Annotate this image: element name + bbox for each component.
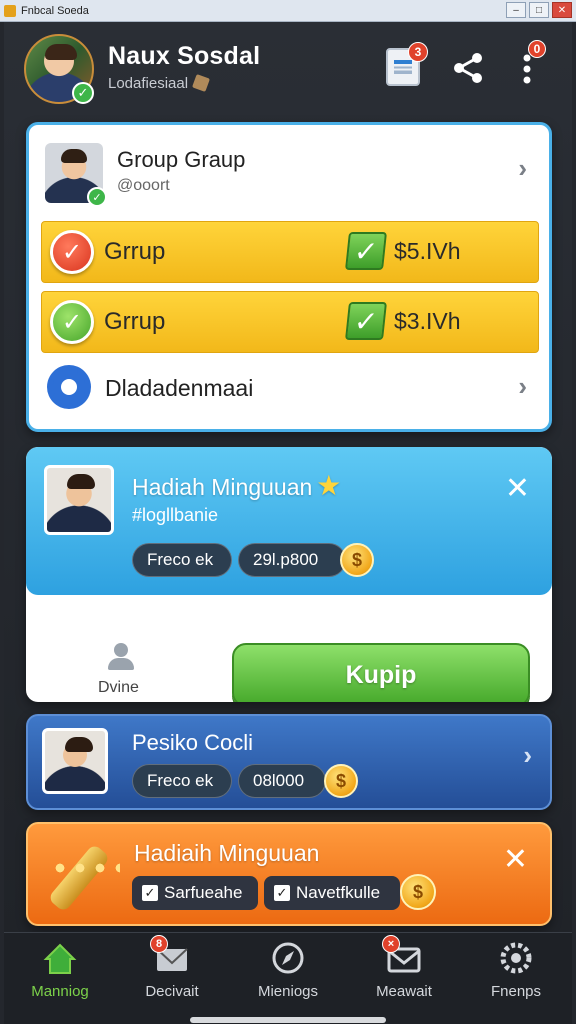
maximize-button[interactable]: □: [529, 2, 549, 18]
notifications-icon[interactable]: 3: [386, 42, 428, 86]
group-chevron-right-icon[interactable]: ›: [518, 153, 527, 184]
app-subtitle-text: Lodafiesiaal: [108, 75, 189, 92]
group-verified-check-icon: ✓: [87, 187, 107, 207]
gear-icon: [498, 941, 534, 975]
more-badge: 0: [528, 40, 546, 58]
group-row[interactable]: ✓ Grrup ✓ $5.IVh: [41, 221, 539, 283]
settings-gear-icon: [47, 365, 91, 409]
nav-item-settings[interactable]: Fnenps: [466, 941, 566, 1000]
coin-icon: $: [340, 543, 374, 577]
nav-item-inbox[interactable]: 8 Decivait: [122, 935, 222, 1000]
reward-header: Hadiah Minguuan ★ #logllbanie ✕ Freco ek …: [26, 447, 552, 595]
window-titlebar: Fnbcal Soeda – □ ✕: [0, 0, 576, 22]
share-icon[interactable]: [450, 50, 486, 86]
profile-title: Pesiko Cocli: [132, 730, 254, 755]
verified-check-icon: ✓: [72, 82, 94, 104]
coin-icon: $: [400, 874, 436, 910]
person-icon: [106, 643, 136, 673]
window-controls: – □ ✕: [506, 2, 572, 18]
app-subtitle: Lodafiesiaal: [108, 74, 211, 92]
settings-chevron-right-icon[interactable]: ›: [518, 371, 527, 402]
nav-badge: ×: [382, 935, 400, 953]
compass-icon: [270, 941, 306, 975]
checkbox-icon: ✓: [274, 885, 290, 901]
profile-card[interactable]: Pesiko Cocli Freco ek 08l000 $ ›: [26, 714, 552, 810]
window-title: Fnbcal Soeda: [21, 4, 89, 17]
group-row[interactable]: ✓ Grrup ✓ $3.IVh: [41, 291, 539, 353]
weekly-reward-card: Hadiah Minguuan ★ #logllbanie ✕ Freco ek …: [26, 447, 552, 702]
bottom-navigation: Manniog 8 Decivait Mieniogs × Meawait Fn…: [4, 932, 572, 1024]
status-check-green-icon: ✓: [50, 300, 94, 344]
profile-pill: Freco ek: [132, 764, 232, 798]
coin-icon: $: [324, 764, 358, 798]
reward-title-text: Hadiah Minguuan: [132, 474, 313, 500]
status-check-red-icon: ✓: [50, 230, 94, 274]
nav-label: Fnenps: [490, 983, 542, 1000]
group-row-label: Grrup: [104, 238, 166, 265]
checkbox-icon: ✓: [142, 885, 158, 901]
more-options-icon[interactable]: 0: [520, 40, 546, 88]
option-checkbox[interactable]: ✓ Sarfueahe: [132, 876, 258, 910]
app-window-icon: [4, 4, 16, 17]
nav-item-explore[interactable]: Mieniogs: [238, 941, 338, 1000]
minimize-button[interactable]: –: [506, 2, 526, 18]
group-row-price: $5.IVh: [394, 238, 461, 264]
profile-photo: [42, 728, 108, 794]
app-header: ✓ Naux Sosdal Lodafiesiaal 3 0: [4, 22, 572, 122]
person-label: Dvine: [98, 679, 139, 696]
trophy-icon: [46, 838, 126, 914]
weekly-bonus-title: Hadiaih Minguuan: [134, 840, 320, 866]
nav-label: Manniog: [31, 983, 89, 1000]
nav-label: Decivait: [145, 983, 199, 1000]
option-checkbox[interactable]: ✓ Navetfkulle: [264, 876, 400, 910]
claim-button[interactable]: Kupip: [232, 643, 530, 702]
group-row-price: $3.IVh: [394, 308, 461, 334]
reward-user-photo: [44, 465, 114, 535]
close-window-button[interactable]: ✕: [552, 2, 572, 18]
group-card: ✓ Group Graup @ooort › ✓ Grrup ✓ $5.IVh …: [26, 122, 552, 432]
option-label: Sarfueahe: [164, 883, 243, 902]
close-icon[interactable]: ✕: [505, 471, 530, 506]
mail-icon: ×: [382, 935, 422, 975]
profile-chevron-right-icon[interactable]: ›: [523, 740, 532, 771]
star-icon: ★: [316, 470, 342, 501]
home-indicator[interactable]: [190, 1017, 386, 1023]
dice-icon: [192, 74, 211, 92]
settings-row-label[interactable]: Dladadenmaai: [105, 375, 253, 402]
profile-amount-pill: 08l000: [238, 764, 326, 798]
home-icon: [42, 941, 78, 975]
group-handle: @ooort: [117, 177, 170, 194]
nav-item-home[interactable]: Manniog: [10, 941, 110, 1000]
notifications-badge: 3: [408, 42, 428, 62]
checkbox-icon[interactable]: ✓: [345, 232, 387, 270]
app-root: ✓ Naux Sosdal Lodafiesiaal 3 0 ✓ Group G…: [4, 22, 572, 1024]
group-row-label: Grrup: [104, 308, 166, 335]
reward-title: Hadiah Minguuan ★: [132, 469, 341, 502]
nav-item-messages[interactable]: × Meawait: [354, 935, 454, 1000]
inbox-icon: 8: [150, 935, 190, 975]
reward-tag: #logllbanie: [132, 505, 219, 525]
checkbox-icon[interactable]: ✓: [345, 302, 387, 340]
weekly-bonus-card: Hadiaih Minguuan ✕ ✓ Sarfueahe ✓ Navetfkul…: [26, 822, 552, 926]
app-title: Naux Sosdal: [108, 42, 261, 70]
reward-amount-pill: 29l.p800: [238, 543, 346, 577]
nav-label: Mieniogs: [257, 983, 319, 1000]
close-icon[interactable]: ✕: [503, 842, 528, 877]
reward-pill: Freco ek: [132, 543, 232, 577]
option-label: Navetfkulle: [296, 883, 381, 902]
nav-label: Meawait: [376, 983, 432, 1000]
group-title: Group Graup: [117, 147, 246, 172]
nav-badge: 8: [150, 935, 168, 953]
